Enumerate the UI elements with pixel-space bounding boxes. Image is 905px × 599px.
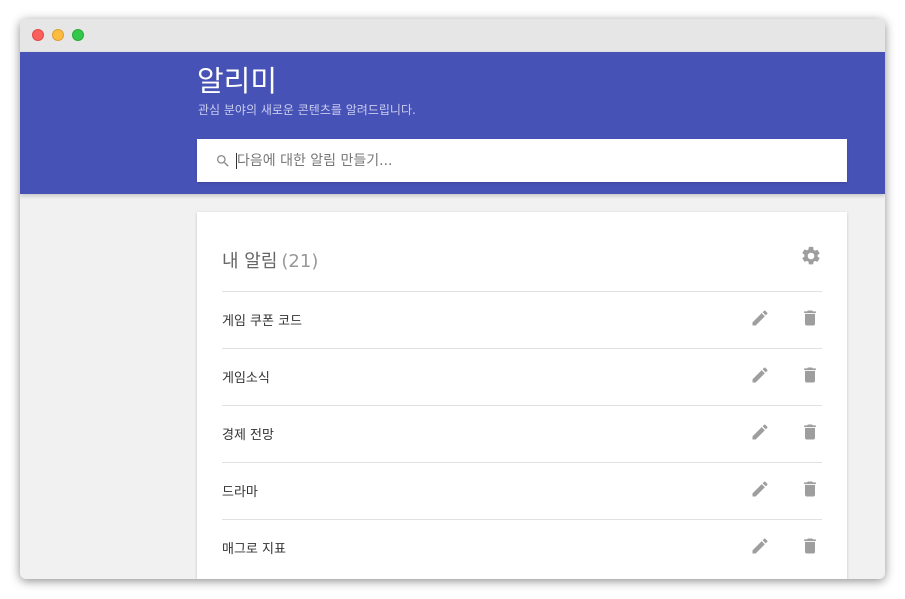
window-minimize-button[interactable]	[52, 29, 64, 41]
trash-icon[interactable]	[800, 422, 820, 442]
pencil-icon[interactable]	[750, 422, 770, 442]
alert-label[interactable]: 게임 쿠폰 코드	[222, 310, 302, 329]
search-icon	[215, 153, 231, 169]
alert-label[interactable]: 게임소식	[222, 367, 270, 386]
card-title-label: 내 알림	[222, 251, 278, 272]
search-input[interactable]	[237, 139, 837, 182]
trash-icon[interactable]	[800, 365, 820, 385]
alert-count: (21)	[281, 251, 319, 272]
trash-icon[interactable]	[800, 536, 820, 556]
trash-icon[interactable]	[800, 479, 820, 499]
trash-icon[interactable]	[800, 308, 820, 328]
window-close-button[interactable]	[32, 29, 44, 41]
window-maximize-button[interactable]	[72, 29, 84, 41]
pencil-icon[interactable]	[750, 536, 770, 556]
alert-label[interactable]: 드라마	[222, 481, 258, 500]
gear-icon[interactable]	[800, 245, 822, 267]
alert-label[interactable]: 매그로 지표	[222, 538, 286, 557]
pencil-icon[interactable]	[750, 365, 770, 385]
list-item[interactable]: 매그로 지표	[222, 519, 822, 576]
pencil-icon[interactable]	[750, 308, 770, 328]
app-title: 알리미	[197, 64, 278, 98]
window-titlebar	[20, 19, 885, 53]
list-item[interactable]: 경제 전망	[222, 405, 822, 462]
alerts-list: 게임 쿠폰 코드 게임소식 경제 전망 드라마 매그로 지표	[222, 291, 822, 576]
list-item[interactable]: 드라마	[222, 462, 822, 519]
pencil-icon[interactable]	[750, 479, 770, 499]
card-title: 내 알림 (21)	[222, 247, 318, 273]
list-item[interactable]: 게임소식	[222, 348, 822, 405]
app-subtitle: 관심 분야의 새로운 콘텐츠를 알려드립니다.	[198, 103, 416, 117]
app-header: 알리미 관심 분야의 새로운 콘텐츠를 알려드립니다.	[20, 52, 885, 194]
my-alerts-card: 내 알림 (21) 게임 쿠폰 코드 게임소식 경제 전망 드라마 매그로 지표	[197, 212, 847, 579]
search-box[interactable]	[197, 139, 847, 182]
alert-label[interactable]: 경제 전망	[222, 424, 274, 443]
browser-window: 알리미 관심 분야의 새로운 콘텐츠를 알려드립니다. 내 알림(21) 게임 …	[20, 19, 885, 579]
list-item[interactable]: 게임 쿠폰 코드	[222, 291, 822, 348]
